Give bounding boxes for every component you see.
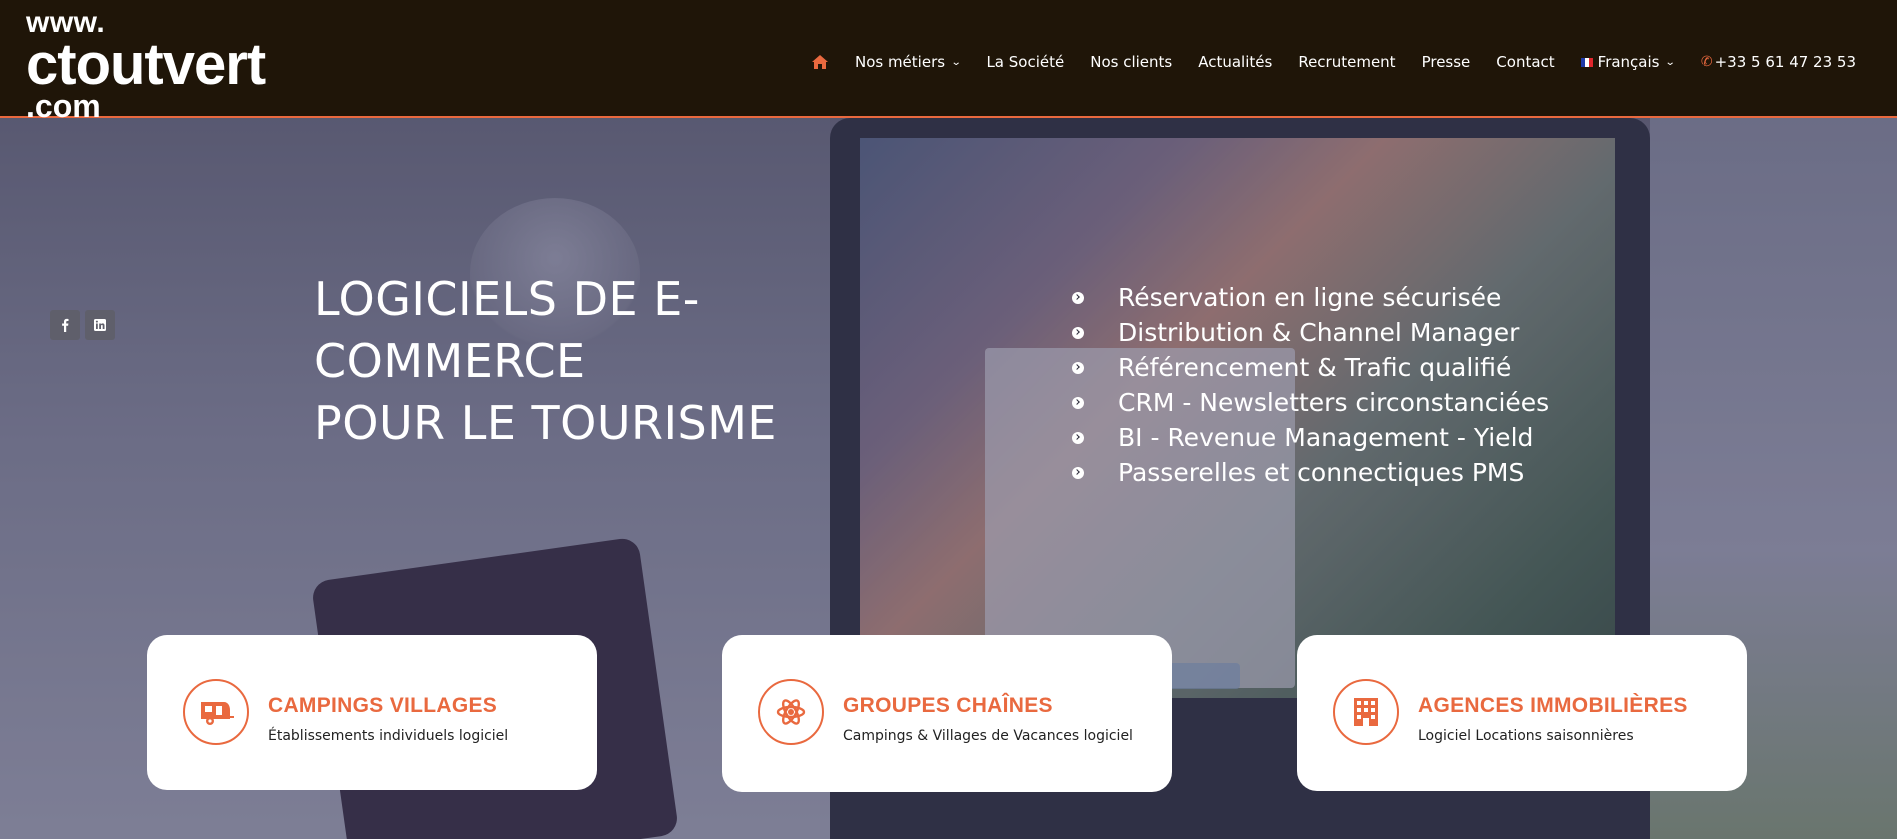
card-subtitle: Établissements individuels logiciel <box>268 728 509 744</box>
facebook-button[interactable] <box>50 310 80 340</box>
card-title: AGENCES IMMOBILIÈRES <box>1418 694 1688 717</box>
chevron-circle-icon <box>1072 361 1084 374</box>
chevron-down-icon: ⌄ <box>950 56 962 68</box>
hero-section: LOGICIELS DE E- COMMERCE POUR LE TOURISM… <box>0 118 1897 839</box>
chevron-circle-icon <box>1072 431 1084 444</box>
feature-label: CRM - Newsletters circonstanciées <box>1118 388 1550 417</box>
nav-contact[interactable]: Contact <box>1496 53 1554 71</box>
feature-label: Réservation en ligne sécurisée <box>1118 283 1502 312</box>
hero-title-line-3: POUR LE TOURISME <box>314 396 777 450</box>
logo-line-2: ctoutvert <box>26 32 266 97</box>
nav-recrutement[interactable]: Recrutement <box>1298 53 1395 71</box>
chevron-circle-icon <box>1072 396 1084 409</box>
caravan-icon <box>201 702 234 725</box>
linkedin-button[interactable] <box>85 310 115 340</box>
nav-actualites[interactable]: Actualités <box>1198 53 1272 71</box>
card-icon-circle <box>183 679 249 745</box>
feature-label: Passerelles et connectiques PMS <box>1118 458 1525 487</box>
france-flag-icon <box>1580 57 1593 67</box>
feature-item: CRM - Newsletters circonstanciées <box>1072 385 1549 420</box>
feature-label: BI - Revenue Management - Yield <box>1118 423 1534 452</box>
home-icon <box>811 55 828 69</box>
nav-nos-metiers[interactable]: Nos métiers ⌄ <box>854 53 962 71</box>
feature-item: Réservation en ligne sécurisée <box>1072 280 1549 315</box>
feature-label: Référencement & Trafic qualifié <box>1118 353 1512 382</box>
phone-link[interactable]: ✆ +33 5 61 47 23 53 <box>1701 53 1856 71</box>
phone-number: +33 5 61 47 23 53 <box>1714 53 1856 71</box>
card-title: GROUPES CHAÎNES <box>843 694 1053 717</box>
feature-label: Distribution & Channel Manager <box>1118 318 1520 347</box>
card-subtitle: Logiciel Locations saisonnières <box>1418 728 1634 744</box>
linkedin-icon <box>94 319 106 331</box>
site-logo[interactable]: www. ctoutvert .com <box>26 8 266 123</box>
chevron-down-icon: ⌄ <box>1665 56 1677 68</box>
language-label: Français <box>1597 53 1660 71</box>
main-nav: Nos métiers ⌄ La Société Nos clients Act… <box>785 50 1856 74</box>
card-groupes-chaines[interactable]: GROUPES CHAÎNES Campings & Villages de V… <box>722 635 1172 792</box>
language-selector[interactable]: Français ⌄ <box>1580 53 1677 71</box>
nav-la-societe[interactable]: La Société <box>986 53 1064 71</box>
chevron-circle-icon <box>1072 466 1084 479</box>
chevron-circle-icon <box>1072 291 1084 304</box>
nav-nos-metiers-label: Nos métiers <box>854 53 946 71</box>
hero-title-line-1: LOGICIELS DE E- <box>314 272 700 326</box>
building-icon <box>1354 698 1378 726</box>
atom-icon <box>776 699 806 725</box>
nav-home[interactable] <box>811 54 829 70</box>
feature-item: Référencement & Trafic qualifié <box>1072 350 1549 385</box>
card-campings-villages[interactable]: CAMPINGS VILLAGES Établissements individ… <box>147 635 597 790</box>
nav-presse[interactable]: Presse <box>1422 53 1471 71</box>
card-title: CAMPINGS VILLAGES <box>268 694 498 717</box>
feature-item: BI - Revenue Management - Yield <box>1072 420 1549 455</box>
card-subtitle: Campings & Villages de Vacances logiciel <box>843 728 1133 744</box>
card-icon-circle <box>1333 679 1399 745</box>
phone-icon: ✆ <box>1700 54 1713 70</box>
feature-item: Passerelles et connectiques PMS <box>1072 455 1549 490</box>
feature-list: Réservation en ligne sécurisée Distribut… <box>1072 280 1549 490</box>
feature-item: Distribution & Channel Manager <box>1072 315 1549 350</box>
facebook-icon <box>62 318 69 332</box>
card-agences-immobilieres[interactable]: AGENCES IMMOBILIÈRES Logiciel Locations … <box>1297 635 1747 791</box>
chevron-circle-icon <box>1072 326 1084 339</box>
hero-title: LOGICIELS DE E- COMMERCE POUR LE TOURISM… <box>314 268 854 454</box>
hero-title-line-2: COMMERCE <box>314 334 586 388</box>
site-header: www. ctoutvert .com Nos métiers ⌄ La Soc… <box>0 0 1897 122</box>
nav-nos-clients[interactable]: Nos clients <box>1090 53 1172 71</box>
card-icon-circle <box>758 679 824 745</box>
